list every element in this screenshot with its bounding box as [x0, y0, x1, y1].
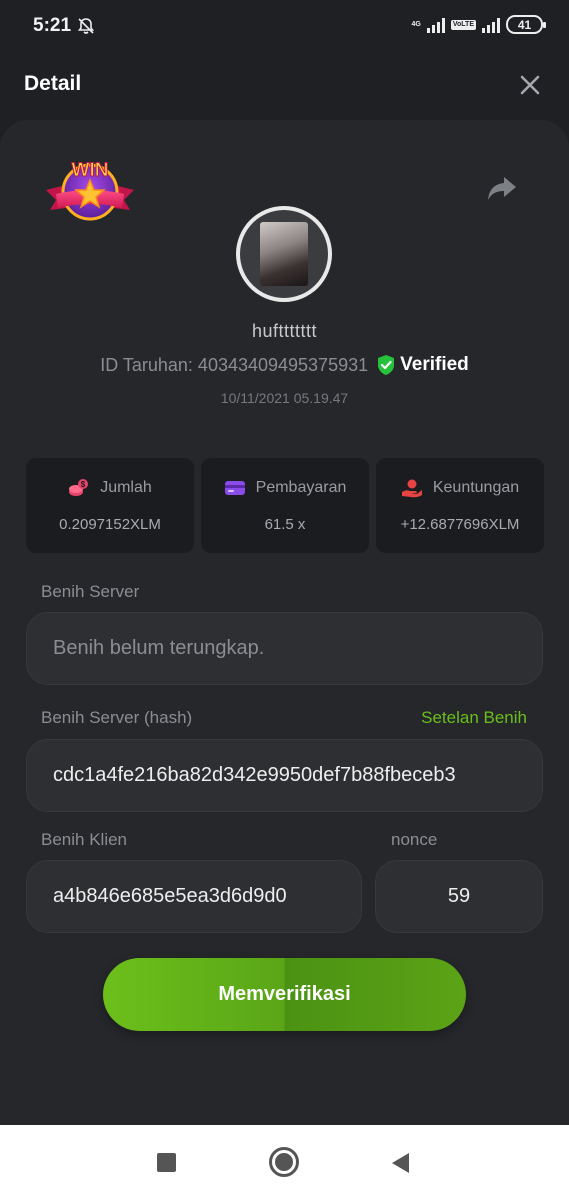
server-seed-hash-label: Benih Server (hash) — [41, 708, 193, 727]
username: hufttttttt — [251, 321, 318, 341]
card-icon — [224, 481, 245, 495]
client-seed-field[interactable]: a4b846e685e5ea3d6d9d0 — [26, 860, 362, 933]
back-icon[interactable] — [389, 1151, 411, 1175]
verified-label: Verified — [400, 354, 469, 375]
stat-label: Jumlah — [100, 479, 152, 496]
server-seed-placeholder: Benih belum terungkap. — [53, 637, 265, 659]
volte-tag: VoLTE — [450, 19, 476, 30]
stat-profit: Keuntungan +12.6877696XLM — [376, 458, 544, 553]
recents-icon[interactable] — [157, 1153, 176, 1172]
share-icon[interactable] — [486, 174, 518, 202]
nonce-field[interactable]: 59 — [375, 860, 543, 933]
header: Detail — [0, 46, 569, 124]
seed-settings-link[interactable]: Setelan Benih — [421, 708, 527, 728]
server-seed-label: Benih Server — [41, 582, 140, 601]
stat-value: +12.6877696XLM — [400, 516, 520, 533]
avatar-image — [240, 210, 328, 298]
avatar-photo — [260, 222, 308, 286]
battery-icon: 41 — [506, 15, 546, 34]
server-seed-field[interactable]: Benih belum terungkap. — [26, 612, 543, 685]
status-indicators: 4G VoLTE 41 — [411, 15, 546, 34]
svg-text:$: $ — [81, 480, 86, 489]
stat-value: 0.2097152XLM — [59, 516, 161, 533]
client-seed-value: a4b846e685e5ea3d6d9d0 — [53, 885, 287, 907]
network-type: 4G — [411, 21, 421, 28]
server-seed-hash-value: cdc1a4fe216ba82d342e9950def7b88fbeceb3 — [53, 764, 456, 786]
profit-hand-icon — [401, 479, 422, 498]
server-seed-hash-field[interactable]: cdc1a4fe216ba82d342e9950def7b88fbeceb3 — [26, 739, 543, 812]
signal-icon — [426, 17, 445, 33]
battery-level: 41 — [517, 17, 532, 32]
home-icon[interactable] — [269, 1147, 299, 1177]
stat-value: 61.5 x — [264, 516, 306, 533]
verify-button[interactable]: Memverifikasi — [103, 958, 466, 1031]
verified-shield-icon — [378, 355, 395, 375]
stat-label: Pembayaran — [255, 479, 347, 496]
avatar — [236, 206, 332, 302]
close-icon[interactable] — [517, 72, 543, 98]
page-title: Detail — [24, 72, 82, 95]
bet-id: ID Taruhan: 40343409495375931 — [100, 354, 369, 375]
client-seed-label: Benih Klien — [41, 830, 128, 849]
system-nav-bar — [0, 1125, 569, 1200]
win-badge-icon: WIN — [46, 160, 134, 221]
stat-label: Keuntungan — [432, 479, 520, 496]
status-bar: 5:21 4G VoLTE 41 — [0, 0, 569, 46]
nonce-label: nonce — [391, 830, 438, 849]
bet-datetime: 10/11/2021 05.19.47 — [220, 390, 349, 406]
stat-payout: Pembayaran 61.5 x — [201, 458, 369, 553]
verify-button-label: Memverifikasi — [218, 983, 351, 1005]
coins-icon: $ — [69, 479, 89, 496]
nonce-value: 59 — [447, 885, 471, 907]
stat-amount: $ Jumlah 0.2097152XLM — [26, 458, 194, 553]
signal-icon-2 — [482, 17, 500, 33]
win-badge-text: WIN — [72, 160, 109, 181]
notifications-muted-icon — [77, 18, 95, 34]
bet-id-row: ID Taruhan: 40343409495375931 Verified — [0, 354, 569, 376]
status-time: 5:21 — [33, 15, 72, 36]
